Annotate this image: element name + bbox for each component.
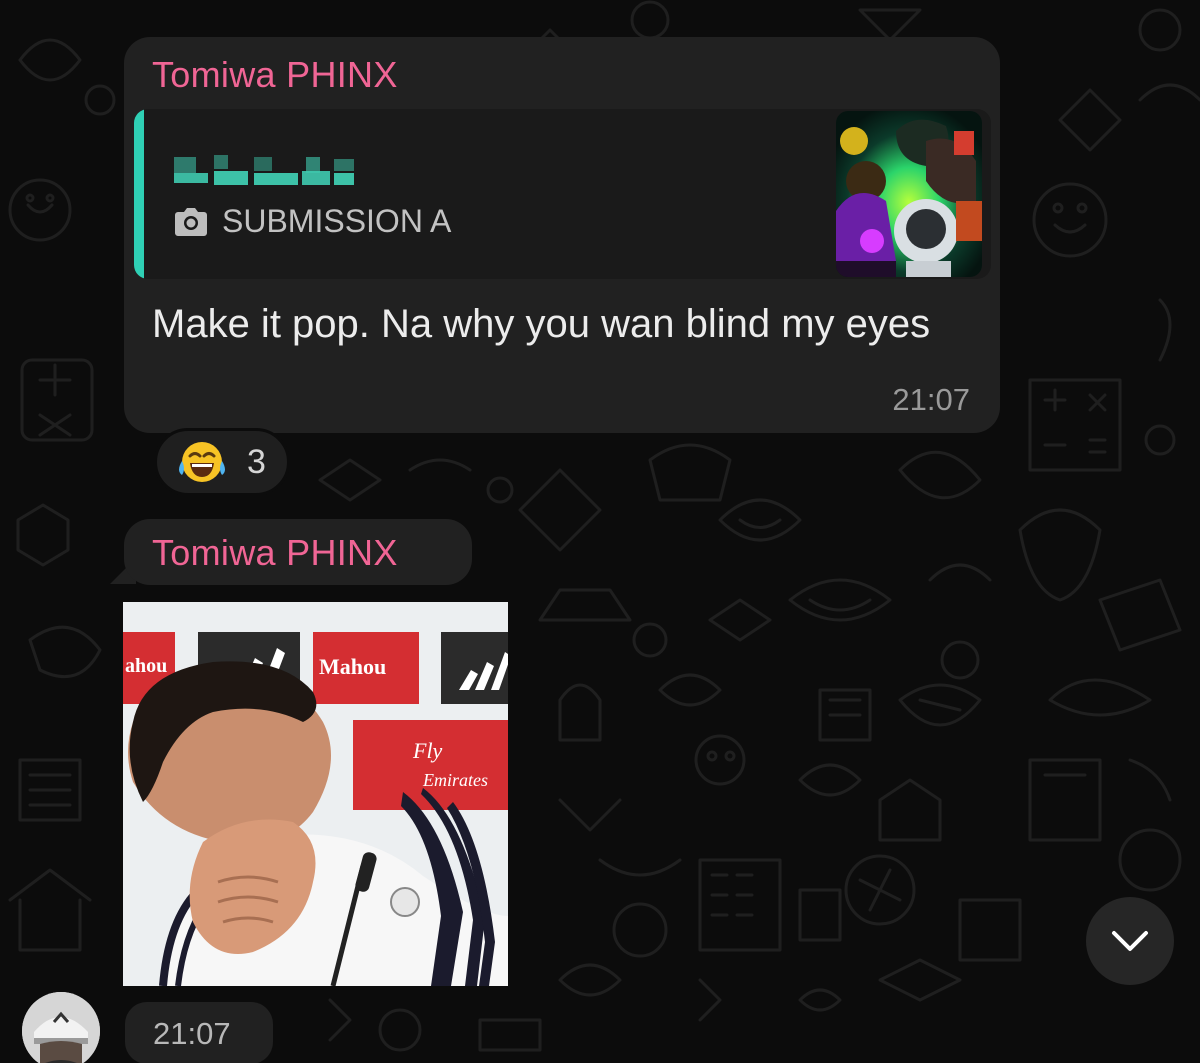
message-time: 21:07 [153, 1016, 231, 1051]
board-text-fly: Fly [412, 738, 443, 763]
board-text-1: ahou [125, 655, 167, 677]
sender-header-bubble[interactable]: Tomiwa PHINX [124, 519, 472, 585]
reply-quote-bar [134, 109, 144, 279]
camera-icon [175, 207, 207, 236]
sender-name[interactable]: Tomiwa PHINX [152, 54, 398, 96]
reply-meta: SUBMISSION A [172, 203, 451, 240]
chevron-down-icon [1112, 931, 1148, 951]
reply-author-redacted [174, 151, 364, 187]
reply-media-label: SUBMISSION A [222, 203, 452, 239]
reply-quote[interactable]: SUBMISSION A [134, 109, 991, 279]
sender-name[interactable]: Tomiwa PHINX [152, 532, 398, 574]
message-bubble[interactable]: Tomiwa PHINX SUBMISSION A Make it pop. N… [124, 37, 1000, 433]
reaction-count: 3 [247, 442, 266, 481]
message-time: 21:07 [892, 382, 970, 417]
scroll-to-bottom-button[interactable] [1086, 897, 1174, 985]
tears-of-joy-emoji-icon [179, 442, 225, 482]
avatar[interactable] [22, 992, 100, 1063]
chat-view[interactable]: Tomiwa PHINX SUBMISSION A Make it pop. N… [0, 0, 1200, 1063]
image-message[interactable]: ahou adidas Mahou Fly Emirates [123, 602, 508, 986]
board-text-mahou: Mahou [319, 654, 386, 679]
reaction-badge[interactable]: 3 [154, 428, 290, 496]
message-text: Make it pop. Na why you wan blind my eye… [152, 302, 931, 346]
board-text-emirates: Emirates [422, 770, 488, 790]
image-time-pill: 21:07 [125, 1002, 273, 1063]
reply-thumbnail[interactable] [836, 111, 982, 277]
